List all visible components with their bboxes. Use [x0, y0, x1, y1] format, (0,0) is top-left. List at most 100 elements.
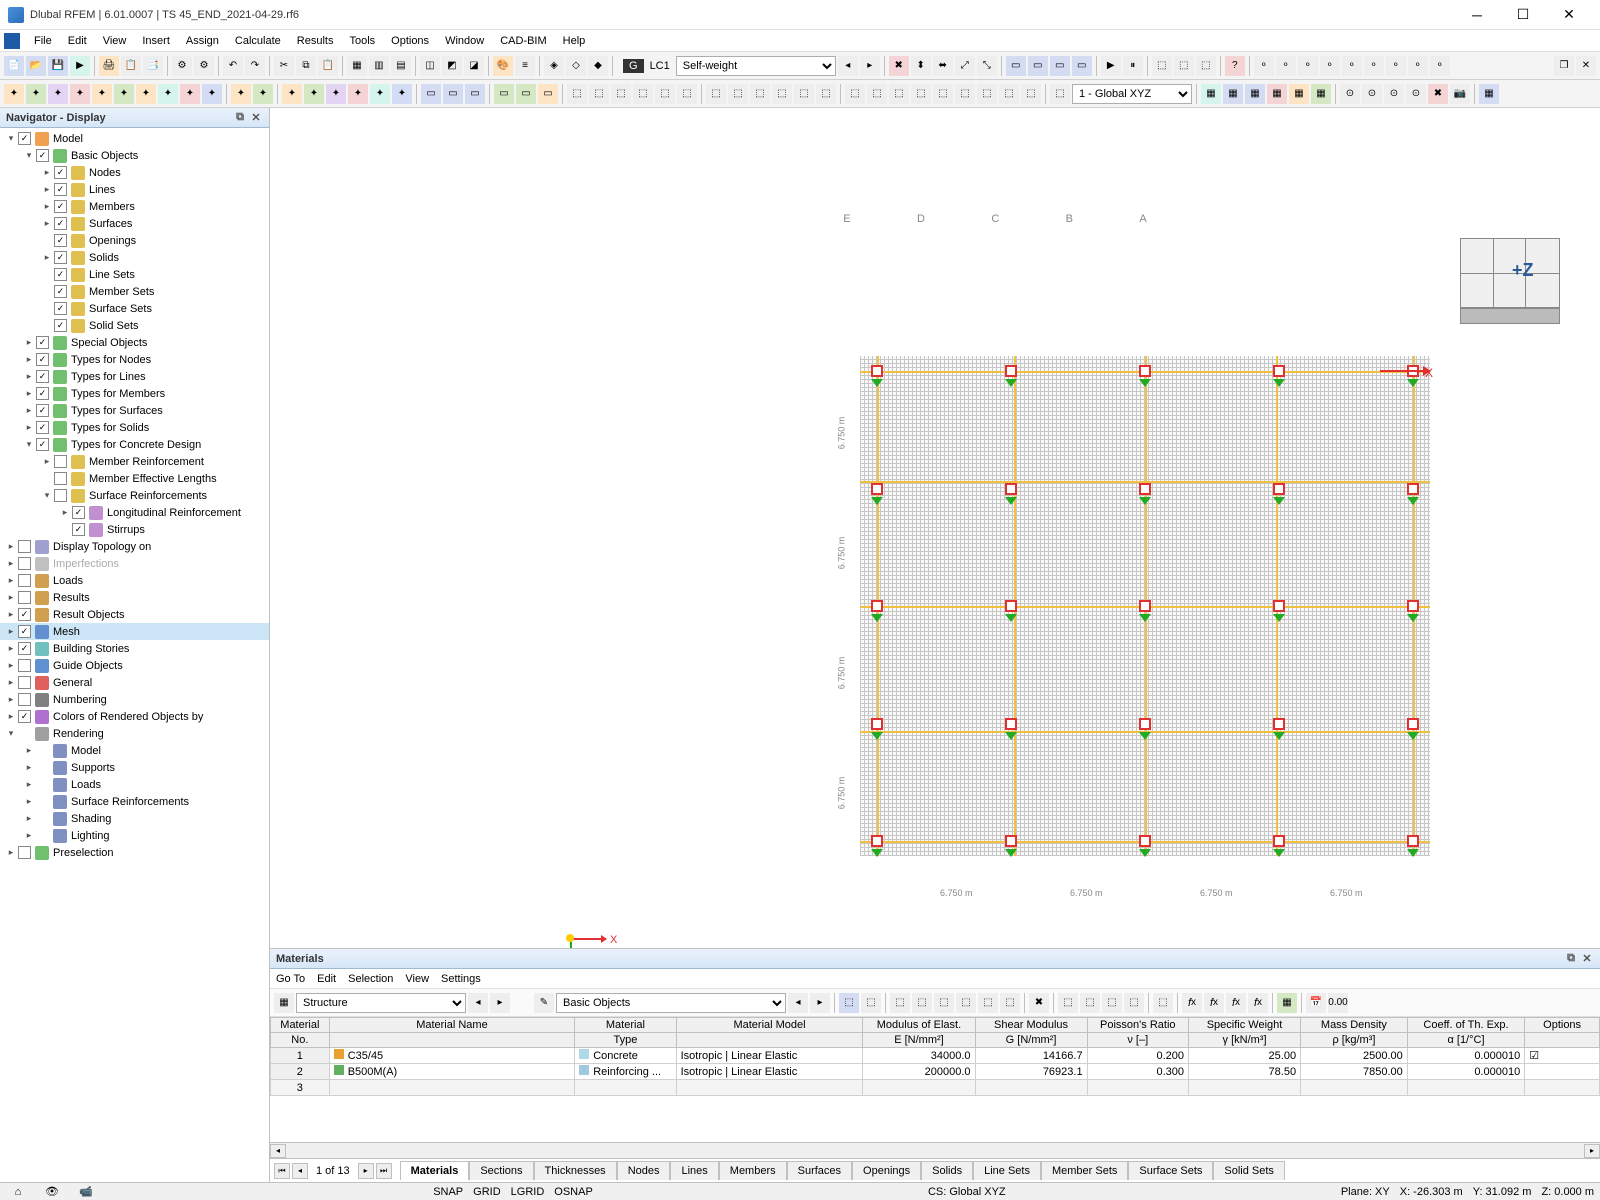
checkbox[interactable]	[18, 710, 31, 723]
checkbox[interactable]	[36, 387, 49, 400]
tab-surface-sets[interactable]: Surface Sets	[1128, 1161, 1213, 1180]
e9[interactable]: ✦	[180, 84, 200, 104]
sel2[interactable]: ⬚	[728, 84, 748, 104]
sel3[interactable]: ⬚	[750, 84, 770, 104]
e11[interactable]: ✦	[231, 84, 251, 104]
checkbox[interactable]	[36, 421, 49, 434]
coord-system-select[interactable]: 1 - Global XYZ	[1072, 84, 1192, 104]
checkbox[interactable]	[18, 540, 31, 553]
tree-lines[interactable]: ▸Lines	[0, 181, 269, 198]
materials-close-icon[interactable]: ✕	[1580, 952, 1594, 966]
sn2[interactable]: ⊙	[1362, 84, 1382, 104]
sb-home-icon[interactable]: ⌂	[6, 1184, 30, 1200]
matmenu-selection[interactable]: Selection	[348, 973, 393, 985]
print-button[interactable]: 🖨	[99, 56, 119, 76]
checkbox[interactable]	[18, 846, 31, 859]
tree-model[interactable]: ▸Model	[0, 742, 269, 759]
grid-toggle[interactable]: GRID	[473, 1186, 501, 1198]
snap-toggle[interactable]: SNAP	[433, 1186, 463, 1198]
mt-fx2[interactable]: fx	[1204, 993, 1224, 1013]
tree-supports[interactable]: ▸Supports	[0, 759, 269, 776]
tree-preselection[interactable]: ▸Preselection	[0, 844, 269, 861]
tool-x8[interactable]: ⚬	[1408, 56, 1428, 76]
e29[interactable]: ⬚	[655, 84, 675, 104]
printpreview-button[interactable]: 📑	[143, 56, 163, 76]
pg-prev[interactable]: ◂	[292, 1163, 308, 1179]
r2[interactable]: ⬌	[933, 56, 953, 76]
tree-lighting[interactable]: ▸Lighting	[0, 827, 269, 844]
gr5[interactable]: ▦	[1289, 84, 1309, 104]
results-toggle[interactable]: ✖	[889, 56, 909, 76]
mt-l[interactable]: ⬚	[1124, 993, 1144, 1013]
lc-next[interactable]: ▸	[860, 56, 880, 76]
tree-rendering[interactable]: ▾Rendering	[0, 725, 269, 742]
lgrid-toggle[interactable]: LGRID	[511, 1186, 545, 1198]
tab-sections[interactable]: Sections	[469, 1161, 533, 1180]
e13[interactable]: ✦	[282, 84, 302, 104]
tool-x7[interactable]: ⚬	[1386, 56, 1406, 76]
tree-surface-sets[interactable]: Surface Sets	[0, 300, 269, 317]
gr4[interactable]: ▦	[1267, 84, 1287, 104]
mt-i[interactable]: ⬚	[1058, 993, 1078, 1013]
copy-button[interactable]: ⧉	[296, 56, 316, 76]
m7[interactable]: ⬚	[977, 84, 997, 104]
navigator-close-icon[interactable]: ✕	[249, 111, 263, 125]
tab-thicknesses[interactable]: Thicknesses	[534, 1161, 617, 1180]
mt-next2[interactable]: ▸	[810, 993, 830, 1013]
navigator-pin-icon[interactable]: ⧉	[233, 111, 247, 125]
cam-button[interactable]: 📷	[1450, 84, 1470, 104]
m8[interactable]: ⬚	[999, 84, 1019, 104]
sn3[interactable]: ⊙	[1384, 84, 1404, 104]
materials-table[interactable]: MaterialMaterial NameMaterialMaterial Mo…	[270, 1017, 1600, 1142]
e14[interactable]: ✦	[304, 84, 324, 104]
tool-x2[interactable]: ⚬	[1276, 56, 1296, 76]
tree-model[interactable]: ▾Model	[0, 130, 269, 147]
calculate-button[interactable]: ⚙	[172, 56, 192, 76]
mt-b[interactable]: ⬚	[861, 993, 881, 1013]
showhide2[interactable]: ▥	[369, 56, 389, 76]
tree-openings[interactable]: Openings	[0, 232, 269, 249]
sel5[interactable]: ⬚	[794, 84, 814, 104]
checkbox[interactable]	[54, 489, 67, 502]
e10[interactable]: ✦	[202, 84, 222, 104]
iso2-button[interactable]: ◇	[566, 56, 586, 76]
lc-prev[interactable]: ◂	[838, 56, 858, 76]
tab-member-sets[interactable]: Member Sets	[1041, 1161, 1128, 1180]
tree-imperfections[interactable]: ▸Imperfections	[0, 555, 269, 572]
mt-prev2[interactable]: ◂	[788, 993, 808, 1013]
calc2-button[interactable]: ⚙	[194, 56, 214, 76]
printreport-button[interactable]: 📋	[121, 56, 141, 76]
tree-special-objects[interactable]: ▸Special Objects	[0, 334, 269, 351]
r4[interactable]: ⤡	[977, 56, 997, 76]
last-button[interactable]: ▦	[1479, 84, 1499, 104]
mt-k[interactable]: ⬚	[1102, 993, 1122, 1013]
tab-lines[interactable]: Lines	[670, 1161, 718, 1180]
mt-fx4[interactable]: fx	[1248, 993, 1268, 1013]
tab-materials[interactable]: Materials	[400, 1161, 470, 1180]
tab-solids[interactable]: Solids	[921, 1161, 973, 1180]
e1[interactable]: ✦	[4, 84, 24, 104]
tool-x9[interactable]: ⚬	[1430, 56, 1450, 76]
menu-window[interactable]: Window	[437, 33, 492, 49]
tree-numbering[interactable]: ▸Numbering	[0, 691, 269, 708]
e5[interactable]: ✦	[92, 84, 112, 104]
checkbox[interactable]	[36, 353, 49, 366]
tree-types-for-surfaces[interactable]: ▸Types for Surfaces	[0, 402, 269, 419]
menu-cad-bim[interactable]: CAD-BIM	[492, 33, 554, 49]
help-button[interactable]: ?	[1225, 56, 1245, 76]
tree-guide-objects[interactable]: ▸Guide Objects	[0, 657, 269, 674]
e15[interactable]: ✦	[326, 84, 346, 104]
mt-m[interactable]: ⬚	[1153, 993, 1173, 1013]
mt-next1[interactable]: ▸	[490, 993, 510, 1013]
tree-member-reinforcement[interactable]: ▸Member Reinforcement	[0, 453, 269, 470]
tree-solids[interactable]: ▸Solids	[0, 249, 269, 266]
tb-restore[interactable]: ❐	[1554, 56, 1574, 76]
matmenu-go-to[interactable]: Go To	[276, 973, 305, 985]
tree-solid-sets[interactable]: Solid Sets	[0, 317, 269, 334]
checkbox[interactable]	[72, 523, 85, 536]
e17[interactable]: ✦	[370, 84, 390, 104]
structure-select[interactable]: Structure	[296, 993, 466, 1013]
del-button[interactable]: ✖	[1428, 84, 1448, 104]
def2[interactable]: ▭	[1028, 56, 1048, 76]
checkbox[interactable]	[72, 506, 85, 519]
